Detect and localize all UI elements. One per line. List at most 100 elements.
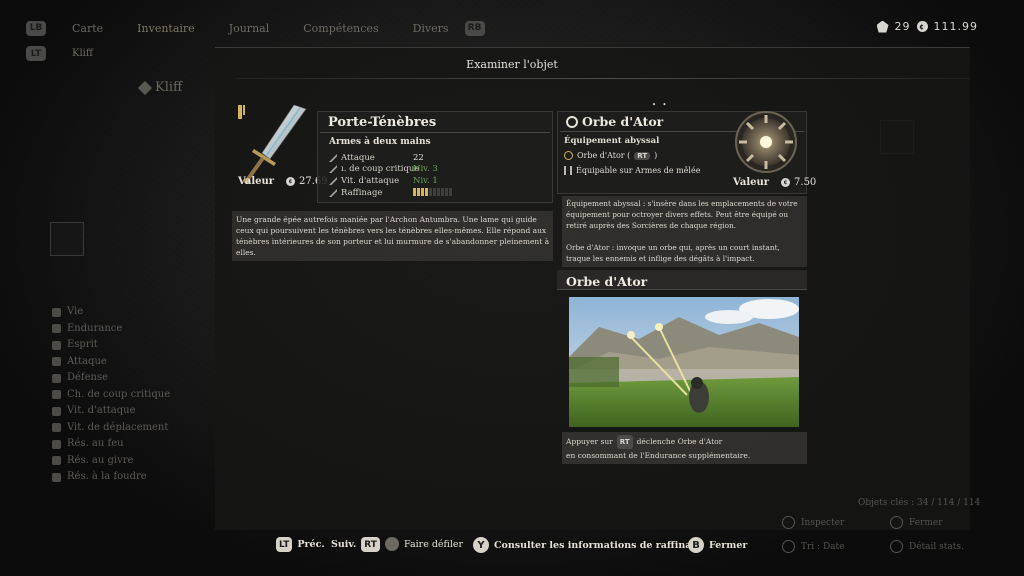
- next-button[interactable]: Suiv. RT: [331, 537, 380, 552]
- refine-segment: [417, 188, 420, 196]
- weapon-stat-refine: Raffinage: [329, 188, 382, 198]
- refine-segment: [445, 188, 448, 196]
- lightning-icon: [52, 472, 61, 482]
- coin-icon: ¢: [916, 21, 928, 32]
- refine-segment: [425, 188, 428, 196]
- weapon-type: Armes à deux mains: [329, 137, 431, 147]
- ability-preview-title: Orbe d'Ator: [566, 274, 648, 289]
- inspect-hint[interactable]: Inspecter: [782, 516, 844, 529]
- ability-type: Équipement abyssal: [564, 136, 660, 146]
- ability-caption: Appuyer sur RT déclenche Orbe d'Ator en …: [566, 435, 751, 460]
- weapon-stat-attack-speed-value: Niv. 1: [413, 176, 438, 186]
- stat-vit-deplacement: Vit. de déplacement: [52, 420, 170, 437]
- button-icon: [782, 516, 795, 529]
- stat-vie: Vie: [52, 304, 170, 321]
- weapon-value: Valeur ¢ 27.69: [238, 176, 328, 187]
- rt-button-hint: RT: [616, 435, 633, 449]
- orb-icon: [564, 151, 573, 160]
- lb-button-hint[interactable]: LB: [26, 20, 46, 36]
- pager-dots: • •: [652, 101, 669, 109]
- heart-icon: [52, 307, 61, 317]
- refine-info-button[interactable]: Y Consulter les informations de raffinag…: [473, 537, 704, 553]
- frost-icon: [52, 456, 61, 466]
- stat-defense: Défense: [52, 370, 170, 387]
- refine-segment: [449, 188, 452, 196]
- scroll-hint[interactable]: Faire défiler: [385, 537, 463, 551]
- currency-display: 29 ¢ 111.99: [876, 20, 979, 33]
- stat-res-feu: Rés. au feu: [52, 436, 170, 453]
- rb-button-hint[interactable]: RB: [464, 20, 485, 36]
- endurance-icon: [52, 324, 61, 334]
- divider: [235, 78, 970, 79]
- stat-esprit: Esprit: [52, 337, 170, 354]
- ability-description-text: Équipement abyssal : s'insère dans les e…: [566, 199, 798, 230]
- tab-journal[interactable]: Journal: [229, 22, 270, 35]
- ability-description: Équipement abyssal : s'insère dans les e…: [566, 198, 804, 264]
- move-speed-icon: [52, 423, 61, 433]
- character-stats-list: Vie Endurance Esprit Attaque Défense Ch.…: [52, 304, 170, 486]
- sword-icon: [52, 357, 61, 367]
- refine-segment: [441, 188, 444, 196]
- refine-segment: [437, 188, 440, 196]
- abyssal-gear-icon: [566, 115, 578, 128]
- ability-name: Orbe d'Ator: [566, 114, 663, 129]
- close-hint-dim[interactable]: Fermer: [890, 516, 943, 529]
- divider: [320, 132, 550, 133]
- tab-divers[interactable]: Divers: [413, 22, 449, 35]
- modal-title: Examiner l'objet: [466, 58, 558, 71]
- y-button-icon: Y: [473, 537, 489, 553]
- refine-segment: [413, 188, 416, 196]
- spirit-icon: [52, 340, 61, 350]
- orb-of-ator-icon: [735, 111, 797, 173]
- weapon-name: Porte-Ténèbres: [328, 115, 437, 130]
- coin-count: 111.99: [933, 20, 978, 33]
- coin-icon: ¢: [286, 177, 296, 186]
- ability-skill-row: Orbe d'Ator ( RT ): [564, 151, 657, 160]
- weapon-description: Une grande épée autrefois maniée par l'A…: [236, 215, 550, 257]
- rt-button-hint: RT: [634, 151, 651, 160]
- gem-icon: [876, 20, 889, 33]
- tab-competences[interactable]: Compétences: [303, 22, 378, 35]
- rt-button-hint: RT: [361, 537, 380, 552]
- fire-icon: [52, 439, 61, 449]
- bottom-action-bar: LT Préc. Suiv. RT Faire défiler Y Consul…: [0, 537, 1024, 557]
- equipment-slot[interactable]: [50, 222, 84, 256]
- character-name: Kliff: [137, 80, 182, 95]
- refine-level-bar: [413, 188, 452, 196]
- key-items-count: Objets clés : 34 / 114 / 114: [858, 498, 981, 508]
- tab-carte[interactable]: Carte: [72, 22, 103, 35]
- ability-value: Valeur ¢ 7.50: [733, 177, 817, 188]
- refine-segment: [429, 188, 432, 196]
- gem-count: 29: [894, 20, 911, 33]
- attack-speed-icon: [52, 406, 61, 416]
- tab-inventaire[interactable]: Inventaire: [137, 22, 195, 35]
- stat-endurance: Endurance: [52, 321, 170, 338]
- sword-icon: [329, 154, 337, 162]
- ability-preview-video: [569, 297, 799, 427]
- weapon-stat-attack: Attaque: [329, 153, 375, 163]
- critical-icon: [52, 390, 61, 400]
- attack-speed-icon: [329, 177, 337, 185]
- weapon-stat-attack-speed: Vit. d'attaque: [329, 176, 399, 186]
- stat-vit-attaque: Vit. d'attaque: [52, 403, 170, 420]
- refine-segment: [433, 188, 436, 196]
- shield-icon: [52, 373, 61, 383]
- prev-button[interactable]: LT Préc.: [276, 537, 325, 552]
- stat-attaque: Attaque: [52, 354, 170, 371]
- refine-segment: [421, 188, 424, 196]
- stat-critique: Ch. de coup critique: [52, 387, 170, 404]
- critical-icon: [329, 165, 337, 173]
- ability-equip-row: Équipable sur Armes de mêlée: [564, 166, 700, 175]
- stat-res-givre: Rés. au givre: [52, 453, 170, 470]
- b-button-icon: B: [688, 537, 704, 553]
- character-icon: [137, 80, 153, 95]
- close-button[interactable]: B Fermer: [688, 537, 747, 553]
- weapon-stat-critical-value: Niv. 3: [413, 164, 438, 174]
- weapon-slot-icon: [564, 166, 572, 175]
- stat-res-foudre: Rés. à la foudre: [52, 469, 170, 486]
- button-icon: [890, 516, 903, 529]
- top-nav: LB Carte Inventaire Journal Compétences …: [26, 16, 1004, 40]
- weapon-stat-attack-value: 22: [413, 153, 424, 163]
- ability-skill-description-text: Orbe d'Ator : invoque un orbe qui, après…: [566, 243, 780, 263]
- lt-button-hint: LT: [276, 537, 293, 552]
